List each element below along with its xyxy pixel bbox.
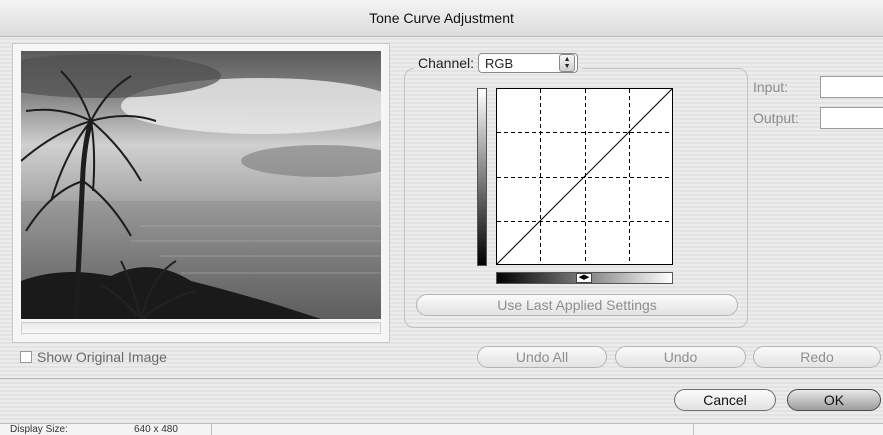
preview-scrollbar[interactable]: [21, 322, 381, 334]
use-last-settings-label: Use Last Applied Settings: [497, 297, 657, 313]
preview-image: [21, 51, 381, 319]
curve-editor[interactable]: [496, 88, 673, 265]
output-field[interactable]: [820, 107, 883, 129]
ok-button[interactable]: OK: [787, 389, 881, 411]
undo-label: Undo: [663, 349, 698, 365]
input-field[interactable]: [820, 76, 883, 98]
output-label: Output:: [753, 110, 799, 126]
use-last-settings-button[interactable]: Use Last Applied Settings: [416, 294, 738, 316]
undo-button[interactable]: Undo: [615, 346, 746, 368]
channel-value: RGB: [485, 55, 514, 71]
undo-all-button[interactable]: Undo All: [477, 346, 607, 368]
status-divider: [211, 424, 212, 435]
status-divider: [693, 424, 694, 435]
footer-separator: [0, 378, 883, 379]
show-original-checkbox[interactable]: [20, 351, 32, 363]
title-bar: Tone Curve Adjustment: [0, 0, 883, 37]
midtone-slider[interactable]: ◀▶: [576, 273, 592, 283]
channel-row: Channel: RGB ▲ ▼: [414, 52, 583, 74]
redo-button[interactable]: Redo: [753, 346, 881, 368]
preview-panel: [12, 43, 390, 343]
show-original-toggle[interactable]: Show Original Image: [20, 348, 167, 366]
status-bar: Display Size: 640 x 480: [0, 423, 883, 435]
show-original-label: Show Original Image: [37, 349, 167, 365]
undo-all-label: Undo All: [515, 349, 569, 365]
ok-label: OK: [823, 392, 845, 408]
channel-select[interactable]: RGB ▲ ▼: [478, 53, 579, 73]
window-title: Tone Curve Adjustment: [369, 10, 514, 26]
redo-label: Redo: [800, 349, 834, 365]
updown-arrows-icon: ▲ ▼: [559, 54, 576, 72]
display-size-value: 640 x 480: [134, 424, 178, 435]
cancel-button[interactable]: Cancel: [674, 389, 776, 411]
cancel-label: Cancel: [703, 392, 747, 408]
output-gradient: [477, 88, 487, 266]
curve-graph[interactable]: [496, 88, 673, 265]
channel-label: Channel:: [418, 55, 475, 71]
display-size-label: Display Size:: [10, 424, 68, 435]
input-label: Input:: [753, 79, 789, 95]
